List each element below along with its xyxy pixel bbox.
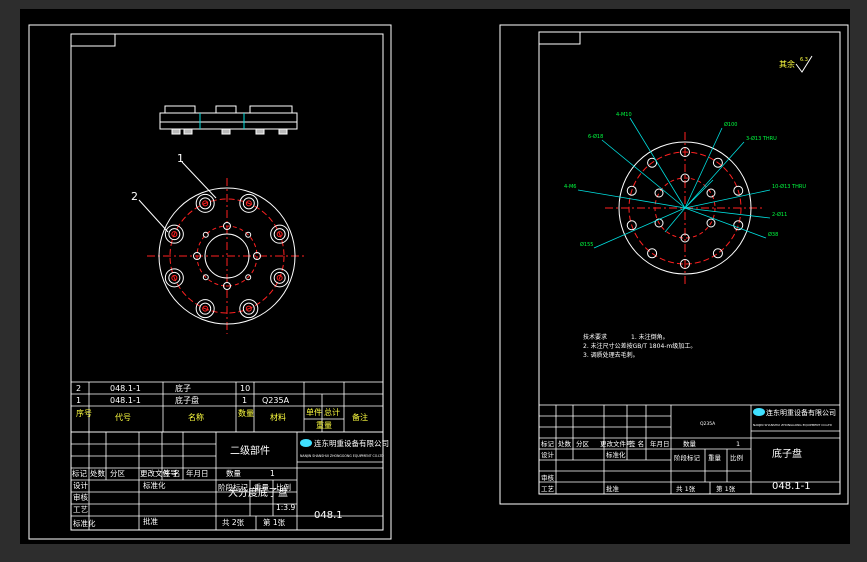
tb1-sheet: 第 1张 [263,517,286,527]
bom-row1-name: 底子 [175,383,191,393]
bom-row2-code: 048.1-1 [110,396,141,405]
tb1-sheets: 共 2张 [222,518,245,527]
bom-h-qty: 数量 [238,408,254,418]
tb2-qty-lbl: 数量 [683,439,697,448]
tb1-zone: 分区 [110,469,125,478]
tb1-review: 审核 [73,492,88,502]
bom-h-no: 序号 [76,408,92,418]
tb2-company-logo [753,408,765,416]
tb2-company: 连东明重设备有限公司 [766,408,836,417]
cad-viewport[interactable]: 1 2 2 048.1-1 底子 10 1 048.1-1 底子盘 1 Q235… [0,0,867,562]
balloon-2: 2 [131,190,138,203]
bom-h-weight: 重量 [316,420,332,430]
dim-label-2: Ø100 [724,121,737,128]
dim-label-5: 2-Ø11 [772,211,787,218]
tb1-company: 连东明重设备有限公司 [314,438,389,448]
bom-row2-name: 底子盘 [175,395,199,405]
tb2-material: Q235A [700,421,716,427]
tb2-sheets: 共 1张 [676,484,696,493]
tb1-date: 年月日 [186,468,209,478]
tb1-sign: 签 名 [163,468,180,478]
bom-h-remark: 备注 [352,412,368,422]
tb2-review: 审核 [541,473,555,482]
tb1-design: 设计 [73,480,88,490]
tb1-drawing-name: 大分度底子盘 [228,486,288,499]
tb2-scale-lbl: 比例 [730,453,743,462]
tb2-drawing-name: 底子盘 [772,447,802,460]
bom-row1-no: 2 [76,384,81,393]
bom-h-material: 材料 [270,412,286,422]
dim-label-0: 6-Ø18 [588,133,603,140]
tb1-mark: 标记 [72,468,87,478]
note-3: 3. 调质处理去毛刺。 [583,351,639,359]
bom-h-total: 总计 [324,407,340,417]
tb2-zone: 分区 [576,439,590,448]
note-2: 2. 未注尺寸公差按GB/T 1804-m级加工。 [583,342,696,350]
tb1-drawing-no: 048.1 [314,510,343,521]
tb1-standard-2: 标准化 [143,480,166,490]
tb2-process: 工艺 [541,485,555,493]
dim-label-8: Ø155 [580,241,593,248]
roughness-label: 其余 [779,59,795,69]
tb2-weight-lbl: 重量 [708,454,722,462]
note-1: 1. 未注倒角。 [631,333,669,341]
roughness-value: 6.3 [800,57,808,63]
tb1-company-logo [300,439,312,447]
tb1-scale: 1:3.9 [276,503,295,512]
tb2-date: 年月日 [650,439,670,448]
tb1-qty-lbl: 数量 [226,468,241,478]
tb2-sheet: 第 1张 [716,484,736,493]
tb2-mark: 标记 [541,439,555,448]
bom-h-code: 代号 [115,412,131,422]
tb2-sign: 签 名 [629,439,644,448]
tb2-count: 处数 [558,439,572,448]
bom-row1-code: 048.1-1 [110,384,141,393]
bom-h-unit: 单件 [306,407,322,417]
tb1-count: 处数 [90,468,105,478]
tb2-stage: 阶段标记 [674,453,701,462]
dim-label-3: 3-Ø13 THRU [746,135,777,142]
model-space [20,9,850,544]
tb2-company-en: NANJIN SHANSHUI ZHONGGONG EQUIPMENT CO.L… [753,423,833,427]
bom-row2-no: 1 [76,396,81,405]
dim-label-4: 10-Ø13 THRU [772,183,806,190]
tb2-design: 设计 [541,450,555,459]
dim-label-7: 4-M6 [564,184,576,190]
tb1-company-en: NANJIN SHANSHUI ZHONGGONG EQUIPMENT CO.L… [300,454,384,458]
bom-row2-material: Q235A [262,396,290,405]
tb1-assembly: 二级部件 [230,444,270,457]
dim-label-1: 4-M10 [616,112,632,118]
tb1-approve: 批准 [143,516,158,526]
tb1-process: 工艺 [73,505,88,514]
tb1-qty-val: 1 [270,469,275,478]
bom-h-name: 名称 [188,412,204,422]
tb2-qty-val: 1 [736,440,740,448]
bom-row2-qty: 1 [242,396,247,405]
notes-title: 技术要求 [583,333,607,341]
dim-label-6: Ø38 [768,231,778,238]
tb2-approve: 批准 [606,484,620,493]
bom-row1-qty: 10 [240,384,250,393]
cad-drawing-canvas[interactable]: 1 2 2 048.1-1 底子 10 1 048.1-1 底子盘 1 Q235… [0,0,867,562]
balloon-1: 1 [177,152,184,165]
tb2-standard: 标准化 [606,450,626,459]
tb1-standard: 标准化 [73,518,96,528]
tb2-drawing-no: 048.1-1 [772,481,811,492]
